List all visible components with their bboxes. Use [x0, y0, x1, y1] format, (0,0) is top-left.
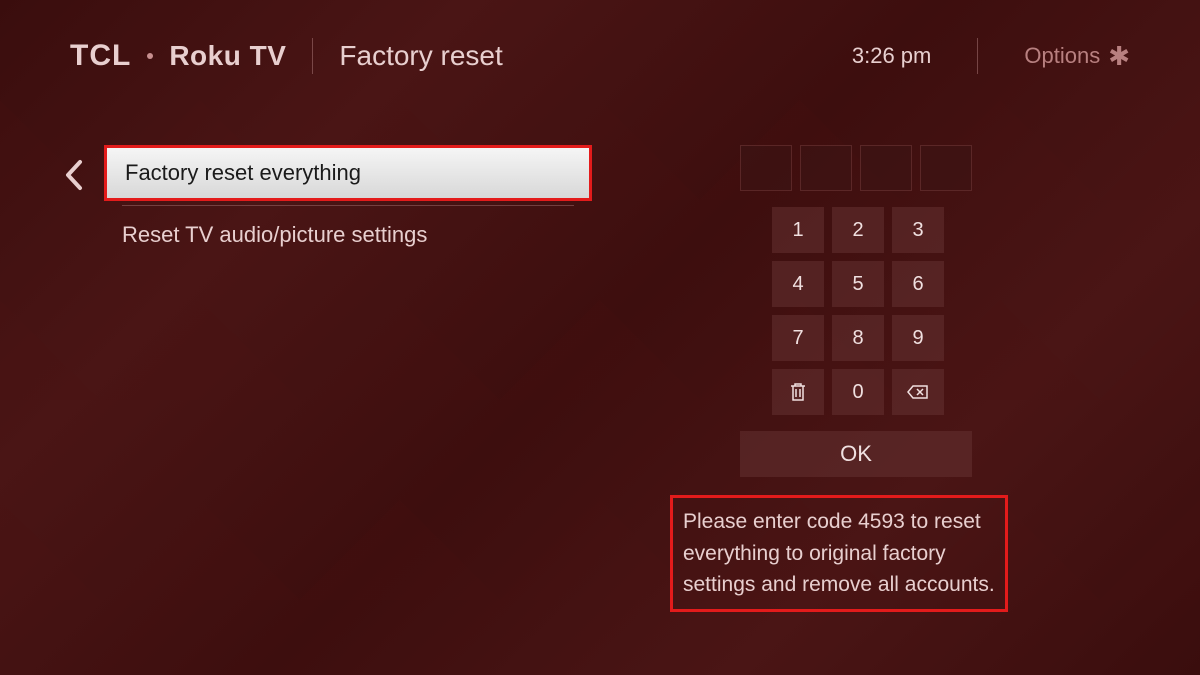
keypad: 1 2 3 4 5 6 7 8 9 0 [772, 207, 1020, 415]
menu-item-factory-reset-everything[interactable]: Factory reset everything [104, 145, 592, 201]
header: TCL Roku TV Factory reset 3:26 pm Option… [70, 38, 1130, 74]
brand-roku: Roku TV [169, 40, 286, 72]
menu: Factory reset everything Reset TV audio/… [104, 145, 592, 260]
key-8[interactable]: 8 [832, 315, 884, 361]
brand-logo: TCL Roku TV [70, 39, 286, 73]
key-7[interactable]: 7 [772, 315, 824, 361]
key-4[interactable]: 4 [772, 261, 824, 307]
options-label: Options [1024, 43, 1100, 69]
code-digit-4[interactable] [920, 145, 972, 191]
code-entry-panel: 1 2 3 4 5 6 7 8 9 0 OK Please enter code… [740, 145, 1020, 612]
page-title: Factory reset [339, 40, 502, 72]
key-3[interactable]: 3 [892, 207, 944, 253]
menu-item-reset-audio-picture[interactable]: Reset TV audio/picture settings [104, 210, 592, 260]
ok-label: OK [840, 441, 872, 467]
key-6[interactable]: 6 [892, 261, 944, 307]
header-right: 3:26 pm Options ✱ [852, 38, 1130, 74]
key-0[interactable]: 0 [832, 369, 884, 415]
key-1[interactable]: 1 [772, 207, 824, 253]
asterisk-icon: ✱ [1108, 41, 1130, 72]
header-divider [312, 38, 313, 74]
ok-button[interactable]: OK [740, 431, 972, 477]
key-backspace[interactable] [892, 369, 944, 415]
key-clear[interactable] [772, 369, 824, 415]
clock: 3:26 pm [852, 43, 932, 69]
key-9[interactable]: 9 [892, 315, 944, 361]
code-digit-2[interactable] [800, 145, 852, 191]
brand-dot-icon [147, 53, 153, 59]
code-digit-1[interactable] [740, 145, 792, 191]
menu-divider [122, 205, 574, 206]
options-button[interactable]: Options ✱ [1024, 41, 1130, 72]
chevron-left-icon [62, 158, 84, 192]
menu-item-label: Reset TV audio/picture settings [122, 222, 427, 247]
trash-icon [789, 382, 807, 402]
back-button[interactable] [62, 158, 84, 197]
menu-item-label: Factory reset everything [125, 160, 361, 185]
instruction-text: Please enter code 4593 to reset everythi… [670, 495, 1008, 612]
header-divider-2 [977, 38, 978, 74]
backspace-icon [907, 384, 929, 400]
brand-tcl: TCL [70, 39, 131, 73]
code-input-boxes [740, 145, 1020, 191]
key-2[interactable]: 2 [832, 207, 884, 253]
code-digit-3[interactable] [860, 145, 912, 191]
key-5[interactable]: 5 [832, 261, 884, 307]
